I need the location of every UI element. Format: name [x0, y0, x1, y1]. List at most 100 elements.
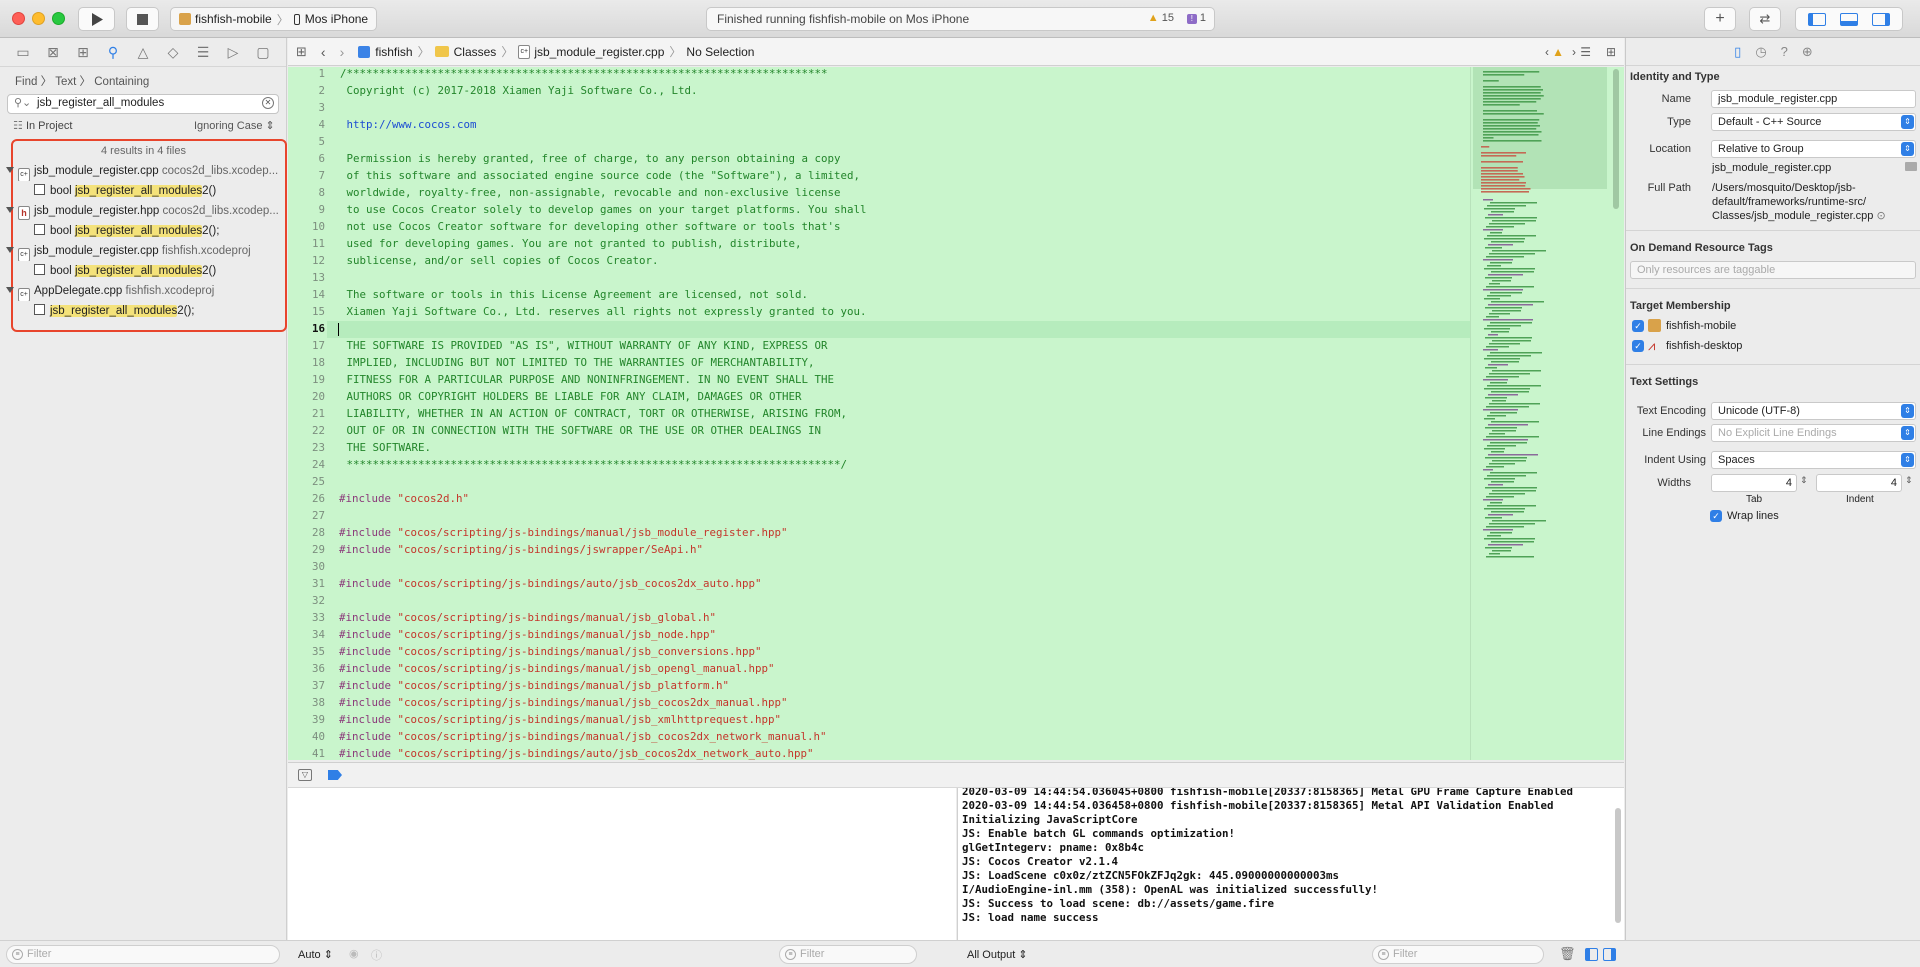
stop-button[interactable] — [126, 7, 159, 31]
jump-bar-project[interactable]: fishfish — [375, 45, 412, 59]
issue-navigator-icon[interactable]: △ — [134, 44, 152, 61]
error-count[interactable]: ! 1 — [1186, 12, 1206, 24]
breakpoints-toggle-icon[interactable] — [328, 770, 342, 780]
indent-stepper[interactable]: ⇕ — [1905, 475, 1913, 486]
find-mode-breadcrumb[interactable]: Find 〉 Text 〉 Containing — [15, 73, 149, 89]
minimap-line — [1483, 128, 1537, 130]
wrap-lines-checkbox[interactable]: ✓ — [1710, 510, 1722, 522]
editor-options-icon[interactable]: ☰ — [1580, 45, 1591, 59]
result-match-row[interactable]: bool jsb_register_all_modules2() — [0, 181, 287, 201]
show-console-icon[interactable] — [1603, 948, 1616, 961]
match-mode-selector[interactable]: Ignoring Case ⇕ — [194, 119, 275, 132]
search-input[interactable]: ⚲⌄ jsb_register_all_modules ✕ — [7, 94, 279, 114]
folder-icon[interactable] — [1905, 162, 1917, 171]
trash-icon[interactable]: 🗑 — [1559, 946, 1576, 962]
console-scroll-thumb[interactable] — [1615, 808, 1621, 923]
tab-width-field[interactable]: 4 — [1711, 474, 1797, 492]
disclosure-icon[interactable] — [6, 167, 14, 173]
related-items-icon[interactable]: ⊞ — [296, 44, 307, 60]
find-match[interactable]: Containing — [94, 76, 149, 88]
inspector-toggle-icon[interactable] — [1872, 12, 1890, 26]
disclosure-icon[interactable] — [6, 247, 14, 253]
minimap-line — [1488, 424, 1528, 426]
symbol-icon[interactable]: ⊞ — [74, 44, 92, 61]
debug-icon[interactable]: ☰ — [194, 44, 212, 61]
scheme-target[interactable]: fishfish-mobile — [195, 12, 272, 26]
debug-area-toggle-icon[interactable] — [1840, 12, 1858, 26]
find-kind[interactable]: Text — [55, 76, 76, 88]
result-match-row[interactable]: bool jsb_register_all_modules2() — [0, 261, 287, 281]
search-scope[interactable]: ☷ In Project — [13, 119, 72, 132]
info-icon[interactable]: ⓘ — [371, 947, 382, 963]
eye-icon[interactable]: ◉ — [349, 947, 359, 960]
jump-bar-group[interactable]: Classes — [454, 45, 497, 59]
warning-count[interactable]: ▲ 15 — [1148, 12, 1174, 24]
result-file-row[interactable]: c+ AppDelegate.cpp fishfish.xcodeproj — [0, 281, 287, 301]
result-file-row[interactable]: c+ jsb_module_register.cpp fishfish.xcode… — [0, 241, 287, 261]
minimap[interactable] — [1470, 67, 1608, 760]
minimize-window-button[interactable] — [32, 12, 45, 25]
navigator-toggle-icon[interactable] — [1808, 12, 1826, 26]
result-file-row[interactable]: c+ jsb_module_register.cpp cocos2d_libs.x… — [0, 161, 287, 181]
back-icon[interactable]: ‹ — [321, 44, 326, 60]
zoom-window-button[interactable] — [52, 12, 65, 25]
file-inspector-icon[interactable]: ▯ — [1734, 44, 1741, 60]
scheme-selector[interactable]: fishfish-mobile 〉 Mos iPhone — [170, 7, 378, 31]
hide-debug-area-icon[interactable]: ▽ — [298, 769, 312, 781]
report-icon[interactable]: ▢ — [254, 44, 272, 61]
encoding-label: Text Encoding — [1636, 405, 1706, 417]
indent-width-field[interactable]: 4 — [1816, 474, 1902, 492]
issue-nav-prev-icon[interactable]: ‹ — [1545, 45, 1549, 59]
result-match-row[interactable]: bool jsb_register_all_modules2(); — [0, 221, 287, 241]
editor-scroll-thumb[interactable] — [1613, 69, 1619, 209]
history-icon[interactable]: ◷ — [1755, 44, 1766, 60]
location-popup[interactable]: Relative to Group ⇕ — [1711, 140, 1916, 158]
add-editor-icon[interactable]: ⊞ — [1606, 45, 1616, 59]
tab-stepper[interactable]: ⇕ — [1800, 475, 1808, 486]
match-suffix: 2(); — [177, 305, 195, 317]
show-variables-icon[interactable] — [1585, 948, 1598, 961]
encoding-popup[interactable]: Unicode (UTF-8) ⇕ — [1711, 402, 1916, 420]
minimap-line — [1491, 361, 1519, 363]
source-control-icon[interactable]: ⊠ — [44, 44, 62, 61]
disclosure-icon[interactable] — [6, 207, 14, 213]
result-match-row[interactable]: jsb_register_all_modules2(); — [0, 301, 287, 321]
auto-selector[interactable]: Auto ⇕ — [298, 948, 333, 961]
issue-nav-next-icon[interactable]: › — [1572, 45, 1576, 59]
minimap-line — [1483, 259, 1513, 261]
name-field[interactable]: jsb_module_register.cpp — [1711, 90, 1916, 108]
run-button[interactable] — [78, 7, 115, 31]
navigator-filter-input[interactable]: ≡ Filter — [6, 945, 280, 964]
result-file-row[interactable]: h jsb_module_register.hpp cocos2d_libs.xc… — [0, 201, 287, 221]
jump-bar-symbol[interactable]: No Selection — [686, 45, 754, 59]
code-review-button[interactable]: ⇄ — [1749, 7, 1781, 31]
close-window-button[interactable] — [12, 12, 25, 25]
test-icon[interactable]: ◇ — [164, 44, 182, 61]
line-endings-popup[interactable]: No Explicit Line Endings ⇕ — [1711, 424, 1916, 442]
line-number: 6 — [318, 152, 325, 165]
folder-icon[interactable]: ▭ — [14, 44, 32, 61]
source-editor[interactable]: 1 2 3 4 5 6 7 8 9 10 11 12 13 14 15 16 17 18 19 20 21 22 23 24 2… — [288, 67, 1470, 760]
reveal-arrow-icon[interactable]: ⊙ — [1876, 210, 1885, 222]
console-filter-input[interactable]: ≡ Filter — [1372, 945, 1544, 964]
accessibility-icon[interactable]: ⊕ — [1802, 44, 1813, 60]
find-mode[interactable]: Find — [15, 76, 37, 88]
output-selector[interactable]: All Output ⇕ — [967, 948, 1028, 961]
line-number: 37 — [311, 679, 325, 692]
disclosure-icon[interactable] — [6, 287, 14, 293]
minimap-line — [1483, 95, 1544, 97]
indent-using-popup[interactable]: Spaces ⇕ — [1711, 451, 1916, 469]
scheme-device[interactable]: Mos iPhone — [305, 12, 368, 26]
help-icon[interactable]: ? — [1781, 44, 1788, 59]
type-popup[interactable]: Default - C++ Source ⇕ — [1711, 113, 1916, 131]
target-checkbox[interactable]: ✓ — [1632, 340, 1644, 352]
editor-scrollbar[interactable] — [1608, 67, 1624, 760]
jump-bar-file[interactable]: jsb_module_register.cpp — [534, 45, 664, 59]
target-checkbox[interactable]: ✓ — [1632, 320, 1644, 332]
variables-filter-input[interactable]: ≡ Filter — [779, 945, 917, 964]
forward-icon[interactable]: › — [340, 44, 345, 60]
clear-icon[interactable]: ✕ — [262, 97, 274, 109]
find-icon[interactable]: ⚲ — [104, 44, 122, 61]
library-button[interactable]: + — [1704, 7, 1736, 31]
breakpoint-icon[interactable]: ▷ — [224, 44, 242, 61]
